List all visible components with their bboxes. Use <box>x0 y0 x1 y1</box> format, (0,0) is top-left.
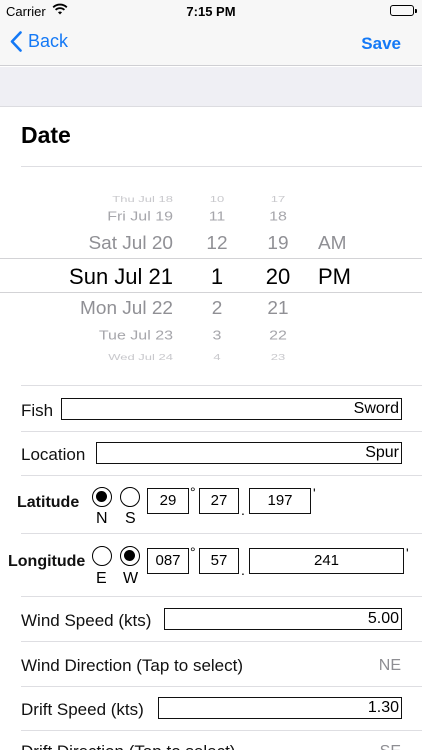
picker-hour: 3 <box>212 328 222 343</box>
back-label: Back <box>28 31 69 51</box>
picker-minute: 23 <box>270 352 286 362</box>
picker-day: Fri Jul 19 <box>107 209 173 224</box>
latitude-label: Latitude <box>17 494 80 511</box>
divider <box>21 533 422 534</box>
picker-row[interactable]: Fri Jul 19 11 18 <box>0 210 422 235</box>
wind-direction-label: Wind Direction (Tap to select) <box>21 656 244 675</box>
status-bar: Carrier 7:15 PM <box>0 0 422 22</box>
divider <box>21 730 422 731</box>
picker-hour: 2 <box>211 298 223 319</box>
date-section-title: Date <box>21 122 71 148</box>
picker-hour: 10 <box>209 194 225 204</box>
location-label: Location <box>21 445 86 464</box>
latitude-fraction-input[interactable]: 197 <box>249 488 311 514</box>
picker-minute: 17 <box>270 194 286 204</box>
longitude-minutes-input[interactable]: 57 <box>199 548 239 574</box>
picker-row[interactable]: Sat Jul 20 12 19 AM <box>0 234 422 263</box>
longitude-west-radio[interactable] <box>120 546 140 566</box>
fish-input[interactable]: Sword <box>61 398 402 420</box>
latitude-minutes-input[interactable]: 27 <box>199 488 239 514</box>
picker-day: Sun Jul 21 <box>69 264 173 289</box>
west-label: W <box>123 570 139 587</box>
wind-speed-label: Wind Speed (kts) <box>21 611 152 630</box>
divider <box>21 385 422 386</box>
chevron-left-icon <box>10 31 22 52</box>
longitude-degrees-input[interactable]: 087 <box>147 548 189 574</box>
south-label: S <box>125 510 136 527</box>
location-input[interactable]: Spur <box>96 442 402 464</box>
divider <box>21 166 422 167</box>
picker-day: Thu Jul 18 <box>112 194 173 204</box>
navigation-bar: Back Save <box>0 22 422 66</box>
latitude-degrees-input[interactable]: 29 <box>147 488 189 514</box>
picker-row-selected[interactable]: Sun Jul 21 1 20 PM <box>0 264 422 294</box>
picker-day: Tue Jul 23 <box>98 328 173 343</box>
north-label: N <box>96 510 108 527</box>
degree-symbol: ° <box>190 544 196 560</box>
east-label: E <box>96 570 107 587</box>
drift-speed-input[interactable]: 1.30 <box>158 697 402 719</box>
drift-direction-value: SE <box>380 743 401 750</box>
picker-minute: 20 <box>265 264 291 289</box>
picker-hour: 1 <box>210 264 224 289</box>
divider <box>21 596 422 597</box>
clock: 7:15 PM <box>186 4 236 19</box>
picker-minute: 22 <box>269 328 287 343</box>
wind-direction-value: NE <box>378 657 401 674</box>
picker-hour: 11 <box>208 209 226 224</box>
picker-ampm: PM <box>318 264 351 289</box>
longitude-fraction-input[interactable]: 241 <box>249 548 404 574</box>
degree-symbol: ° <box>190 484 196 500</box>
divider <box>21 475 422 476</box>
picker-row[interactable]: Wed Jul 24 4 23 <box>0 353 422 368</box>
picker-minute: 18 <box>269 209 287 224</box>
latitude-north-radio[interactable] <box>92 487 112 507</box>
fish-label: Fish <box>21 401 54 420</box>
date-time-picker[interactable]: Thu Jul 18 10 17 Fri Jul 19 11 18 Sat Jul 20 12… <box>0 184 422 368</box>
save-button[interactable]: Save <box>361 34 401 54</box>
divider <box>21 431 422 432</box>
picker-hour: 12 <box>206 233 228 254</box>
decimal-point: . <box>241 502 245 518</box>
picker-day: Mon Jul 22 <box>80 298 173 319</box>
picker-minute: 19 <box>267 233 289 254</box>
drift-speed-label: Drift Speed (kts) <box>21 700 144 719</box>
picker-row[interactable]: Tue Jul 23 3 22 <box>0 329 422 354</box>
picker-day: Wed Jul 24 <box>108 352 173 362</box>
longitude-label: Longitude <box>8 553 86 570</box>
divider <box>21 686 422 687</box>
picker-day: Sat Jul 20 <box>88 233 174 254</box>
picker-row[interactable]: Mon Jul 22 2 21 <box>0 299 422 328</box>
picker-ampm: AM <box>318 233 347 254</box>
minute-symbol: ' <box>313 485 316 501</box>
picker-hour: 4 <box>213 352 221 362</box>
section-spacer <box>0 67 422 107</box>
picker-minute: 21 <box>267 298 289 319</box>
decimal-point: . <box>241 562 245 578</box>
drift-direction-label: Drift Direction (Tap to select) <box>21 742 235 750</box>
battery-icon <box>390 5 417 16</box>
wind-speed-input[interactable]: 5.00 <box>164 608 402 630</box>
latitude-south-radio[interactable] <box>120 487 140 507</box>
minute-symbol: ' <box>406 545 409 561</box>
divider <box>21 641 422 642</box>
back-button[interactable]: Back <box>10 31 68 52</box>
longitude-east-radio[interactable] <box>92 546 112 566</box>
